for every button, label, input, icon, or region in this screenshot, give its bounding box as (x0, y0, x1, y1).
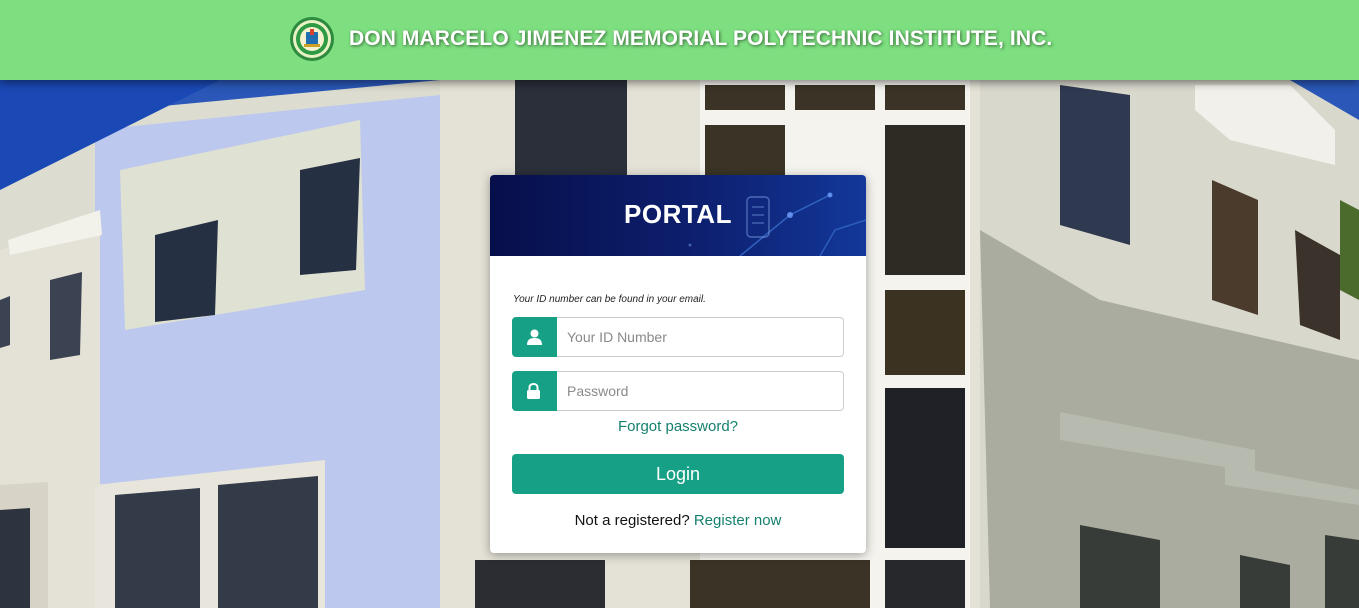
login-button[interactable]: Login (512, 454, 844, 494)
lock-icon (527, 383, 540, 399)
site-header: DON MARCELO JIMENEZ MEMORIAL POLYTECHNIC… (0, 0, 1359, 80)
user-icon (527, 329, 542, 345)
password-field-group (512, 371, 844, 411)
login-card: PORTAL Your ID number can be found in yo… (490, 175, 866, 553)
lock-icon-box (512, 371, 557, 411)
portal-page: DON MARCELO JIMENEZ MEMORIAL POLYTECHNIC… (0, 0, 1359, 608)
id-hint-text: Your ID number can be found in your emai… (513, 294, 706, 305)
school-name: DON MARCELO JIMENEZ MEMORIAL POLYTECHNIC… (349, 27, 1053, 50)
school-seal-icon (290, 17, 334, 61)
user-icon-box (512, 317, 557, 357)
portal-title: PORTAL (624, 199, 732, 229)
password-input[interactable] (557, 371, 844, 411)
register-now-link[interactable]: Register now (694, 512, 782, 529)
card-header: PORTAL (490, 175, 866, 256)
register-prompt-line: Not a registered? Register now (490, 512, 866, 529)
id-number-field-group (512, 317, 844, 357)
register-prompt-text: Not a registered? (574, 512, 690, 529)
forgot-password-link[interactable]: Forgot password? (490, 418, 866, 435)
id-number-input[interactable] (557, 317, 844, 357)
